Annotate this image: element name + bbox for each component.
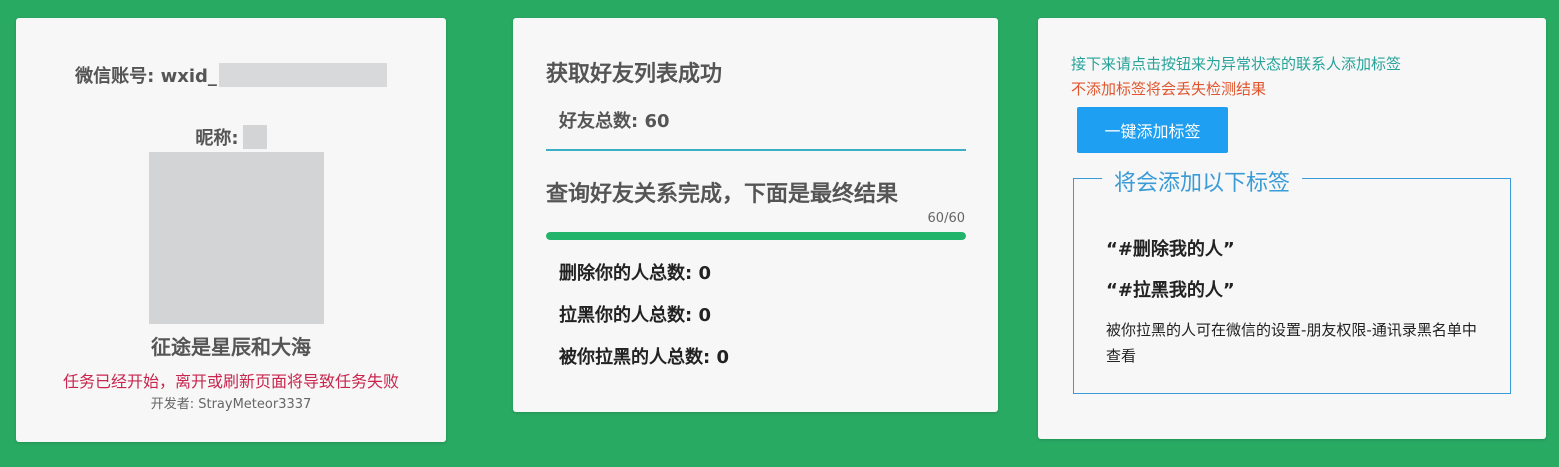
tag-warning: 不添加标签将会丢失检测结果 (1071, 80, 1267, 98)
results-card: 获取好友列表成功 好友总数: 60 查询好友关系完成，下面是最终结果 60/60… (513, 18, 998, 412)
add-tags-button[interactable]: 一键添加标签 (1077, 107, 1228, 153)
account-label: 微信账号: wxid_ (75, 66, 217, 87)
divider (546, 149, 966, 151)
task-warning: 任务已经开始，离开或刷新页面将导致任务失败 (62, 372, 399, 391)
fetch-success-title: 获取好友列表成功 (546, 62, 723, 87)
profile-card: 微信账号: wxid_ 昵称: 征途是星辰和大海 任务已经开始，离开或刷新页面将… (16, 18, 446, 442)
progress-count: 60/60 (927, 211, 965, 226)
account-line: 微信账号: wxid_ (16, 62, 446, 88)
nickname-label: 昵称: (195, 128, 239, 149)
blocked-by-you-count: 被你拉黑的人总数: 0 (559, 347, 729, 368)
query-complete-title: 查询好友关系完成，下面是最终结果 (546, 182, 899, 207)
account-id-redacted (218, 63, 387, 87)
deleted-you-count: 删除你的人总数: 0 (559, 263, 711, 284)
total-friends: 好友总数: 60 (559, 111, 670, 132)
blocklist-note: 被你拉黑的人可在微信的设置-朋友权限-通讯录黑名单中查看 (1106, 321, 1477, 365)
blocked-you-count: 拉黑你的人总数: 0 (559, 305, 711, 326)
tags-preview-box: 将会添加以下标签 “#删除我的人” “#拉黑我的人” 被你拉黑的人可在微信的设置… (1073, 165, 1511, 394)
nickname-redacted (242, 125, 267, 149)
tag-deleted-me: “#删除我的人” (1106, 239, 1235, 260)
nickname-line: 昵称: (16, 124, 446, 150)
tags-preview-legend: 将会添加以下标签 (1102, 165, 1303, 197)
tag-instruction: 接下来请点击按钮来为异常状态的联系人添加标签 (1071, 55, 1402, 73)
avatar (149, 152, 324, 324)
progress-bar (546, 232, 966, 240)
tag-blocked-me: “#拉黑我的人” (1106, 280, 1235, 301)
tags-card: 接下来请点击按钮来为异常状态的联系人添加标签 不添加标签将会丢失检测结果 一键添… (1038, 18, 1546, 439)
developer-credit: 开发者: StrayMeteor3337 (150, 397, 312, 412)
profile-motto: 征途是星辰和大海 (151, 335, 311, 359)
progress-bar-fill (546, 232, 966, 240)
